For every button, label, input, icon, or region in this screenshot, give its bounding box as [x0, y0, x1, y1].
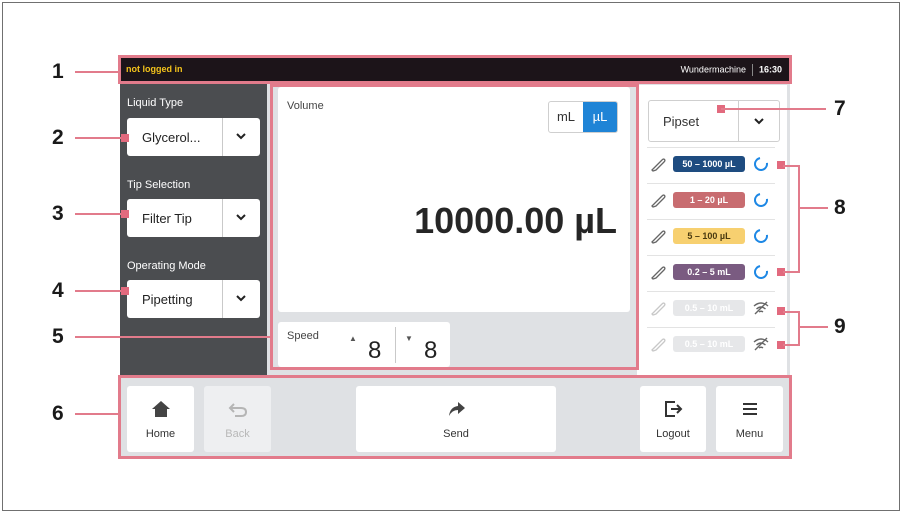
pipette-range-badge[interactable]: 5 – 100 µL [673, 228, 745, 244]
leader-line-4 [75, 290, 125, 292]
pipette-panel: Pipset 50 – 1000 µL 1 – 20 µL 5 – 100 µL 0.… [637, 85, 787, 375]
pipette-range-badge[interactable]: 1 – 20 µL [673, 192, 745, 208]
leader-line-9-top [783, 311, 799, 313]
highlight-box-center [270, 84, 639, 370]
callout-number-2: 2 [52, 126, 64, 149]
callout-number-6: 6 [52, 402, 64, 425]
tip-selection-label: Tip Selection [127, 179, 191, 191]
callout-number-1: 1 [52, 60, 64, 83]
pipette-icon [651, 158, 666, 172]
pipette-range-badge[interactable]: 0.5 – 10 mL [673, 300, 745, 316]
marker-4 [121, 287, 129, 295]
pipset-value: Pipset [663, 114, 700, 129]
pipette-range-badge[interactable]: 50 – 1000 µL [673, 156, 745, 172]
row-divider [647, 147, 775, 148]
row-divider [647, 291, 775, 292]
callout-number-7: 7 [834, 97, 846, 120]
callout-number-4: 4 [52, 279, 64, 302]
operating-mode-value: Pipetting [142, 292, 193, 307]
dropdown-divider [222, 118, 223, 156]
leader-line-9-bottom [783, 344, 799, 346]
chevron-down-icon [236, 214, 246, 221]
leader-line-8-top [783, 165, 799, 167]
dropdown-divider [738, 101, 739, 141]
pipette-icon [651, 230, 666, 244]
callout-number-5: 5 [52, 325, 64, 348]
pipette-icon [651, 194, 666, 208]
pipette-icon [651, 338, 666, 352]
row-divider [647, 327, 775, 328]
callout-number-8: 8 [834, 196, 846, 219]
row-divider [647, 255, 775, 256]
leader-bracket-8 [798, 165, 800, 273]
leader-line-8 [798, 207, 828, 209]
marker-3 [121, 210, 129, 218]
pipset-dropdown[interactable]: Pipset [648, 100, 780, 142]
operating-mode-dropdown[interactable]: Pipetting [127, 280, 260, 318]
chevron-down-icon [236, 295, 246, 302]
dropdown-divider [222, 280, 223, 318]
highlight-box-bottom-bar [118, 375, 792, 459]
callout-number-9: 9 [834, 315, 846, 338]
marker-2 [121, 134, 129, 142]
highlight-box-status-bar [118, 55, 792, 84]
operating-mode-label: Operating Mode [127, 260, 206, 272]
chevron-down-icon [754, 118, 764, 125]
connection-status-icon [751, 190, 771, 210]
liquid-type-value: Glycerol... [142, 130, 201, 145]
left-settings-panel: Liquid Type Glycerol... Tip Selection Fi… [120, 82, 267, 377]
pipette-range-badge[interactable]: 0.2 – 5 mL [673, 264, 745, 280]
pipette-icon [651, 302, 666, 316]
liquid-type-dropdown[interactable]: Glycerol... [127, 118, 260, 156]
leader-line-6 [75, 413, 119, 415]
dropdown-divider [222, 199, 223, 237]
callout-number-3: 3 [52, 202, 64, 225]
leader-line-3 [75, 213, 125, 215]
chevron-down-icon [236, 133, 246, 140]
connection-status-icon [751, 226, 771, 246]
leader-bracket-9 [798, 311, 800, 346]
no-signal-icon [753, 301, 769, 315]
leader-line-1 [75, 71, 119, 73]
leader-line-9 [798, 326, 828, 328]
leader-line-8-bottom [783, 271, 799, 273]
tip-selection-value: Filter Tip [142, 211, 192, 226]
connection-status-icon [751, 154, 771, 174]
liquid-type-label: Liquid Type [127, 97, 184, 109]
no-signal-icon [753, 337, 769, 351]
row-divider [647, 219, 775, 220]
connection-status-icon [751, 262, 771, 282]
row-divider [647, 183, 775, 184]
pipette-range-badge[interactable]: 0.5 – 10 mL [673, 336, 745, 352]
tip-selection-dropdown[interactable]: Filter Tip [127, 199, 260, 237]
leader-line-5 [75, 336, 271, 338]
leader-line-2 [75, 137, 125, 139]
leader-line-7 [721, 108, 826, 110]
pipette-icon [651, 266, 666, 280]
